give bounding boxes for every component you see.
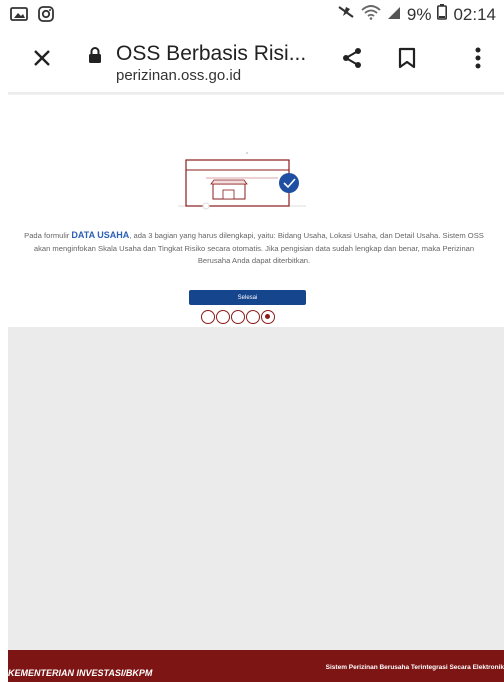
- share-button[interactable]: [338, 44, 366, 72]
- page-title: OSS Berbasis Risi...: [116, 42, 307, 65]
- step-indicator: [201, 310, 275, 324]
- wifi-icon: [361, 4, 381, 25]
- lock-icon: [88, 46, 102, 69]
- footer-ministry: KEMENTERIAN INVESTASI/BKPM: [8, 668, 153, 678]
- description-pre: Pada formulir: [24, 231, 72, 240]
- battery-icon: [437, 4, 448, 25]
- instagram-icon: [38, 6, 54, 27]
- bookmark-icon: [398, 47, 416, 69]
- step-dot-1[interactable]: [201, 310, 215, 324]
- finish-button[interactable]: Selesai: [189, 290, 306, 305]
- battery-percent: 9%: [406, 4, 432, 24]
- signal-icon: [387, 5, 401, 25]
- footer-system-name: Sistem Perizinan Berusaha Terintegrasi S…: [325, 664, 504, 671]
- bookmark-button[interactable]: [393, 44, 421, 72]
- illustration: [178, 148, 308, 217]
- mute-icon: [337, 4, 355, 25]
- step-dot-4[interactable]: [246, 310, 260, 324]
- status-bar: 9% 02:14: [0, 0, 504, 30]
- site-footer: KEMENTERIAN INVESTASI/BKPM Sistem Perizi…: [8, 650, 504, 682]
- close-button[interactable]: [28, 44, 56, 72]
- tutorial-description: Pada formulir DATA USAHA, ada 3 bagian y…: [20, 229, 488, 268]
- description-highlight: DATA USAHA: [71, 230, 130, 240]
- clock: 02:14: [453, 4, 496, 24]
- close-icon: [34, 50, 50, 66]
- more-vert-icon: [475, 47, 481, 69]
- step-dot-2[interactable]: [216, 310, 230, 324]
- share-icon: [343, 48, 361, 68]
- page-url: perizinan.oss.go.id: [116, 67, 242, 84]
- image-icon: [10, 6, 28, 27]
- step-dot-5-active[interactable]: [261, 310, 275, 324]
- step-dot-3[interactable]: [231, 310, 245, 324]
- overlay-background: [8, 327, 504, 650]
- menu-button[interactable]: [468, 44, 488, 72]
